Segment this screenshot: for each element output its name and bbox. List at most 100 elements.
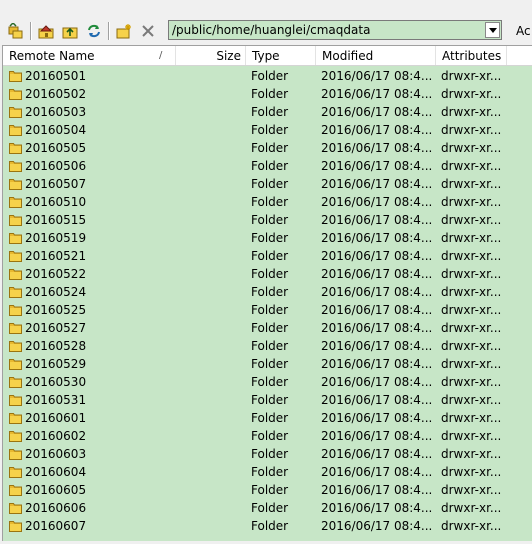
column-remote-name-label: Remote Name bbox=[9, 49, 95, 63]
file-name: 20160606 bbox=[25, 501, 87, 515]
attributes-cell: drwxr-xr... bbox=[441, 87, 502, 101]
attributes-cell: drwxr-xr... bbox=[441, 105, 502, 119]
folder-icon bbox=[9, 303, 22, 319]
table-row[interactable]: 20160505 Folder 2016/06/17 08:4... drwxr-xr… bbox=[3, 139, 532, 157]
attributes-cell: drwxr-xr... bbox=[441, 501, 502, 515]
name-cell: 20160507 bbox=[9, 175, 169, 193]
column-attributes[interactable]: Attributes bbox=[436, 46, 507, 65]
type-cell: Folder bbox=[251, 123, 289, 137]
table-row[interactable]: 20160530 Folder 2016/06/17 08:4... drwxr-xr… bbox=[3, 373, 532, 391]
folder-icon bbox=[9, 321, 22, 337]
toolbar-separator bbox=[30, 22, 32, 40]
table-row[interactable]: 20160521 Folder 2016/06/17 08:4... drwxr-xr… bbox=[3, 247, 532, 265]
folder-icon bbox=[9, 267, 22, 283]
table-row[interactable]: 20160606 Folder 2016/06/17 08:4... drwxr-xr… bbox=[3, 499, 532, 517]
file-name: 20160605 bbox=[25, 483, 87, 497]
name-cell: 20160601 bbox=[9, 409, 169, 427]
sort-indicator-icon: / bbox=[159, 50, 163, 61]
attributes-cell: drwxr-xr... bbox=[441, 447, 502, 461]
table-row[interactable]: 20160519 Folder 2016/06/17 08:4... drwxr-xr… bbox=[3, 229, 532, 247]
folder-icon bbox=[9, 483, 22, 499]
table-row[interactable]: 20160604 Folder 2016/06/17 08:4... drwxr-xr… bbox=[3, 463, 532, 481]
name-cell: 20160506 bbox=[9, 157, 169, 175]
table-row[interactable]: 20160502 Folder 2016/06/17 08:4... drwxr-xr… bbox=[3, 85, 532, 103]
table-row[interactable]: 20160602 Folder 2016/06/17 08:4... drwxr-xr… bbox=[3, 427, 532, 445]
attributes-cell: drwxr-xr... bbox=[441, 357, 502, 371]
table-row[interactable]: 20160529 Folder 2016/06/17 08:4... drwxr-xr… bbox=[3, 355, 532, 373]
table-row[interactable]: 20160503 Folder 2016/06/17 08:4... drwxr-xr… bbox=[3, 103, 532, 121]
type-cell: Folder bbox=[251, 465, 289, 479]
table-row[interactable]: 20160506 Folder 2016/06/17 08:4... drwxr-xr… bbox=[3, 157, 532, 175]
attributes-cell: drwxr-xr... bbox=[441, 159, 502, 173]
type-cell: Folder bbox=[251, 69, 289, 83]
table-row[interactable]: 20160515 Folder 2016/06/17 08:4... drwxr-xr… bbox=[3, 211, 532, 229]
file-name: 20160602 bbox=[25, 429, 87, 443]
table-row[interactable]: 20160507 Folder 2016/06/17 08:4... drwxr-xr… bbox=[3, 175, 532, 193]
modified-cell: 2016/06/17 08:4... bbox=[321, 123, 433, 137]
folder-icon bbox=[9, 69, 22, 85]
table-row[interactable]: 20160524 Folder 2016/06/17 08:4... drwxr-xr… bbox=[3, 283, 532, 301]
name-cell: 20160519 bbox=[9, 229, 169, 247]
folder-icon bbox=[9, 159, 22, 175]
folder-icon bbox=[9, 123, 22, 139]
new-folder-icon[interactable] bbox=[114, 21, 134, 41]
folder-icon bbox=[9, 141, 22, 157]
table-row[interactable]: 20160528 Folder 2016/06/17 08:4... drwxr-xr… bbox=[3, 337, 532, 355]
action-button[interactable]: Ac bbox=[516, 21, 531, 41]
table-row[interactable]: 20160522 Folder 2016/06/17 08:4... drwxr-xr… bbox=[3, 265, 532, 283]
table-row[interactable]: 20160504 Folder 2016/06/17 08:4... drwxr-xr… bbox=[3, 121, 532, 139]
table-row[interactable]: 20160607 Folder 2016/06/17 08:4... drwxr-xr… bbox=[3, 517, 532, 535]
type-cell: Folder bbox=[251, 321, 289, 335]
file-name: 20160510 bbox=[25, 195, 87, 209]
file-name: 20160531 bbox=[25, 393, 87, 407]
table-row[interactable]: 20160527 Folder 2016/06/17 08:4... drwxr-xr… bbox=[3, 319, 532, 337]
file-name: 20160501 bbox=[25, 69, 87, 83]
type-cell: Folder bbox=[251, 285, 289, 299]
type-cell: Folder bbox=[251, 303, 289, 317]
type-cell: Folder bbox=[251, 249, 289, 263]
attributes-cell: drwxr-xr... bbox=[441, 339, 502, 353]
parent-dir-icon[interactable] bbox=[6, 21, 26, 41]
table-row[interactable]: 20160605 Folder 2016/06/17 08:4... drwxr-xr… bbox=[3, 481, 532, 499]
file-name: 20160522 bbox=[25, 267, 87, 281]
name-cell: 20160606 bbox=[9, 499, 169, 517]
column-size[interactable]: Size bbox=[176, 46, 246, 65]
name-cell: 20160505 bbox=[9, 139, 169, 157]
table-row[interactable]: 20160501 Folder 2016/06/17 08:4... drwxr-xr… bbox=[3, 67, 532, 85]
column-modified[interactable]: Modified bbox=[316, 46, 436, 65]
home-icon[interactable] bbox=[36, 21, 56, 41]
attributes-cell: drwxr-xr... bbox=[441, 267, 502, 281]
name-cell: 20160501 bbox=[9, 67, 169, 85]
type-cell: Folder bbox=[251, 231, 289, 245]
folder-icon bbox=[9, 177, 22, 193]
file-name: 20160603 bbox=[25, 447, 87, 461]
remote-file-list[interactable]: Remote Name / Size Type Modified Attribu… bbox=[2, 45, 532, 541]
modified-cell: 2016/06/17 08:4... bbox=[321, 213, 433, 227]
file-name: 20160528 bbox=[25, 339, 87, 353]
modified-cell: 2016/06/17 08:4... bbox=[321, 375, 433, 389]
attributes-cell: drwxr-xr... bbox=[441, 285, 502, 299]
table-row[interactable]: 20160603 Folder 2016/06/17 08:4... drwxr-xr… bbox=[3, 445, 532, 463]
column-type[interactable]: Type bbox=[246, 46, 316, 65]
folder-icon bbox=[9, 105, 22, 121]
table-row[interactable]: 20160525 Folder 2016/06/17 08:4... drwxr-xr… bbox=[3, 301, 532, 319]
path-combobox[interactable]: /public/home/huanglei/cmaqdata bbox=[168, 20, 502, 40]
modified-cell: 2016/06/17 08:4... bbox=[321, 159, 433, 173]
type-cell: Folder bbox=[251, 501, 289, 515]
delete-icon[interactable] bbox=[138, 21, 158, 41]
attributes-cell: drwxr-xr... bbox=[441, 483, 502, 497]
name-cell: 20160528 bbox=[9, 337, 169, 355]
type-cell: Folder bbox=[251, 159, 289, 173]
root-dir-icon[interactable] bbox=[60, 21, 80, 41]
toolbar-separator bbox=[108, 22, 110, 40]
column-remote-name[interactable]: Remote Name / bbox=[3, 46, 176, 65]
refresh-icon[interactable] bbox=[84, 21, 104, 41]
modified-cell: 2016/06/17 08:4... bbox=[321, 483, 433, 497]
type-cell: Folder bbox=[251, 429, 289, 443]
chevron-down-icon[interactable] bbox=[485, 22, 500, 38]
type-cell: Folder bbox=[251, 213, 289, 227]
name-cell: 20160531 bbox=[9, 391, 169, 409]
table-row[interactable]: 20160531 Folder 2016/06/17 08:4... drwxr-xr… bbox=[3, 391, 532, 409]
table-row[interactable]: 20160601 Folder 2016/06/17 08:4... drwxr-xr… bbox=[3, 409, 532, 427]
table-row[interactable]: 20160510 Folder 2016/06/17 08:4... drwxr-xr… bbox=[3, 193, 532, 211]
